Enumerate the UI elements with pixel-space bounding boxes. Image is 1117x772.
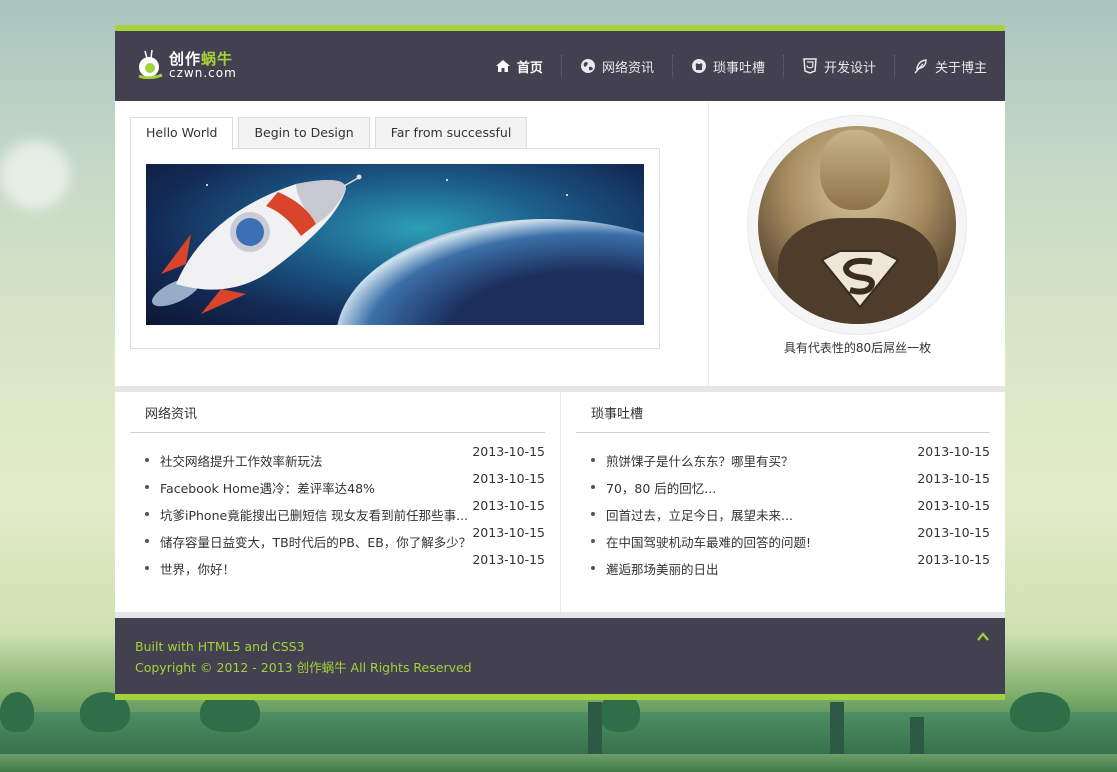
tab-panel <box>130 148 660 349</box>
tab-far-from-successful[interactable]: Far from successful <box>374 117 528 148</box>
banner-star <box>446 179 448 181</box>
snail-logo-icon <box>138 49 163 79</box>
list-item-title[interactable]: 世界，你好！ <box>160 559 235 578</box>
bullet <box>145 566 149 570</box>
news-column-title[interactable]: 网络资讯 <box>130 392 545 433</box>
superman-shield-icon <box>820 250 900 308</box>
list-item-date: 2013-10-15 <box>472 471 545 486</box>
list-item-date: 2013-10-15 <box>472 498 545 513</box>
github-icon <box>691 59 706 73</box>
list-item-title[interactable]: 社交网络提升工作效率新玩法 <box>160 451 323 470</box>
bullet <box>591 566 595 570</box>
list-item-date: 2013-10-15 <box>917 444 990 459</box>
nav-item-label: 关于博主 <box>934 60 987 76</box>
background-ground <box>0 754 1117 772</box>
list-item-date: 2013-10-15 <box>472 552 545 567</box>
list-item-date: 2013-10-15 <box>917 471 990 486</box>
site-logo[interactable]: 创作蜗牛 czwn.com <box>137 45 247 85</box>
site-header: 创作蜗牛 czwn.com 首页 网络资讯 琐事吐槽 开发设计 关于博主 <box>115 31 1005 101</box>
news-list: 社交网络提升工作效率新玩法 2013-10-15 Facebook Home遇冷：… <box>115 433 560 585</box>
news-column: 网络资讯 社交网络提升工作效率新玩法 2013-10-15 Facebook Ho… <box>115 392 561 612</box>
bullet <box>145 458 149 462</box>
page-container: 创作蜗牛 czwn.com 首页 网络资讯 琐事吐槽 开发设计 关于博主 Hel… <box>115 25 1005 700</box>
background-cloud <box>0 140 70 210</box>
tab-hello-world[interactable]: Hello World <box>130 117 234 150</box>
list-item[interactable]: 邂逅那场美丽的日出 2013-10-15 <box>576 552 990 585</box>
nav-item-label: 琐事吐槽 <box>712 60 765 76</box>
list-item-date: 2013-10-15 <box>917 552 990 567</box>
background-tree <box>1010 692 1070 732</box>
list-item[interactable]: 世界，你好！ 2013-10-15 <box>130 552 545 585</box>
article-lists: 网络资讯 社交网络提升工作效率新玩法 2013-10-15 Facebook Ho… <box>115 392 1005 618</box>
tab-box: Hello World Begin to Design Far from suc… <box>130 117 660 349</box>
tab-begin-to-design[interactable]: Begin to Design <box>238 117 370 148</box>
logo-text-en: czwn.com <box>169 66 237 80</box>
rocket-icon <box>152 174 362 314</box>
bullet <box>591 539 595 543</box>
html5-icon <box>803 58 817 74</box>
nav-item-home[interactable]: 首页 <box>477 55 561 77</box>
list-item-date: 2013-10-15 <box>472 525 545 540</box>
rants-list: 煎饼馃子是什么东东？哪里有买？ 2013-10-15 70，80 后的回忆... 2… <box>561 433 1005 585</box>
profile-panel: 具有代表性的80后屌丝一枚 <box>708 101 1006 386</box>
list-item-title[interactable]: 回首过去，立足今日，展望未来... <box>606 505 793 524</box>
list-item-title[interactable]: 70，80 后的回忆... <box>606 478 716 497</box>
list-item-title[interactable]: Facebook Home遇冷：差评率达48% <box>160 478 375 497</box>
list-item-title[interactable]: 煎饼馃子是什么东东？哪里有买？ <box>606 451 794 470</box>
list-item-title[interactable]: 邂逅那场美丽的日出 <box>606 559 719 578</box>
nav-item-label: 网络资讯 <box>601 60 654 76</box>
list-item-title[interactable]: 储存容量日益变大，TB时代后的PB、EB，你了解多少？ <box>160 532 471 551</box>
nav-item-dev-design[interactable]: 开发设计 <box>782 55 894 77</box>
avatar[interactable] <box>747 115 967 335</box>
tab-bar: Hello World Begin to Design Far from suc… <box>130 117 660 150</box>
avatar-photo <box>758 126 956 324</box>
back-to-top-chevron-up-icon[interactable] <box>976 630 990 644</box>
banner-star <box>566 194 568 196</box>
globe-icon <box>580 59 595 73</box>
background-landscape <box>0 692 1117 772</box>
nav-item-label: 首页 <box>516 60 543 76</box>
list-item-title[interactable]: 坑爹iPhone竟能搜出已删短信 现女友看到前任那些事... <box>160 505 468 524</box>
nav-item-about[interactable]: 关于博主 <box>893 55 1005 77</box>
profile-caption: 具有代表性的80后屌丝一枚 <box>783 341 932 355</box>
bullet <box>145 539 149 543</box>
bullet <box>145 512 149 516</box>
list-item-date: 2013-10-15 <box>472 444 545 459</box>
list-item-date: 2013-10-15 <box>917 525 990 540</box>
rants-column: 琐事吐槽 煎饼馃子是什么东东？哪里有买？ 2013-10-15 70，80 后的回… <box>561 392 1005 612</box>
rocket-banner-image <box>146 164 644 325</box>
nav-item-rants[interactable]: 琐事吐槽 <box>671 55 783 77</box>
footer-copyright: Copyright © 2012 - 2013 创作蜗牛 All Rights … <box>135 660 472 675</box>
home-icon <box>495 60 510 72</box>
bottom-accent-bar <box>115 694 1005 700</box>
list-item-title[interactable]: 在中国驾驶机动车最难的回答的问题! <box>606 532 811 551</box>
bullet <box>145 485 149 489</box>
background-tree <box>0 692 34 732</box>
list-item-date: 2013-10-15 <box>917 498 990 513</box>
main-nav: 首页 网络资讯 琐事吐槽 开发设计 关于博主 <box>477 31 1005 101</box>
bullet <box>591 485 595 489</box>
site-footer: Built with HTML5 and CSS3 Copyright © 20… <box>115 618 1005 694</box>
avatar-head <box>820 130 890 210</box>
nav-item-label: 开发设计 <box>823 60 876 76</box>
bullet <box>591 512 595 516</box>
rants-column-title[interactable]: 琐事吐槽 <box>576 392 990 433</box>
footer-built-with: Built with HTML5 and CSS3 <box>135 639 305 654</box>
bullet <box>591 458 595 462</box>
feather-icon <box>914 59 927 74</box>
featured-section: Hello World Begin to Design Far from suc… <box>115 101 1005 392</box>
nav-item-news[interactable]: 网络资讯 <box>560 55 672 77</box>
